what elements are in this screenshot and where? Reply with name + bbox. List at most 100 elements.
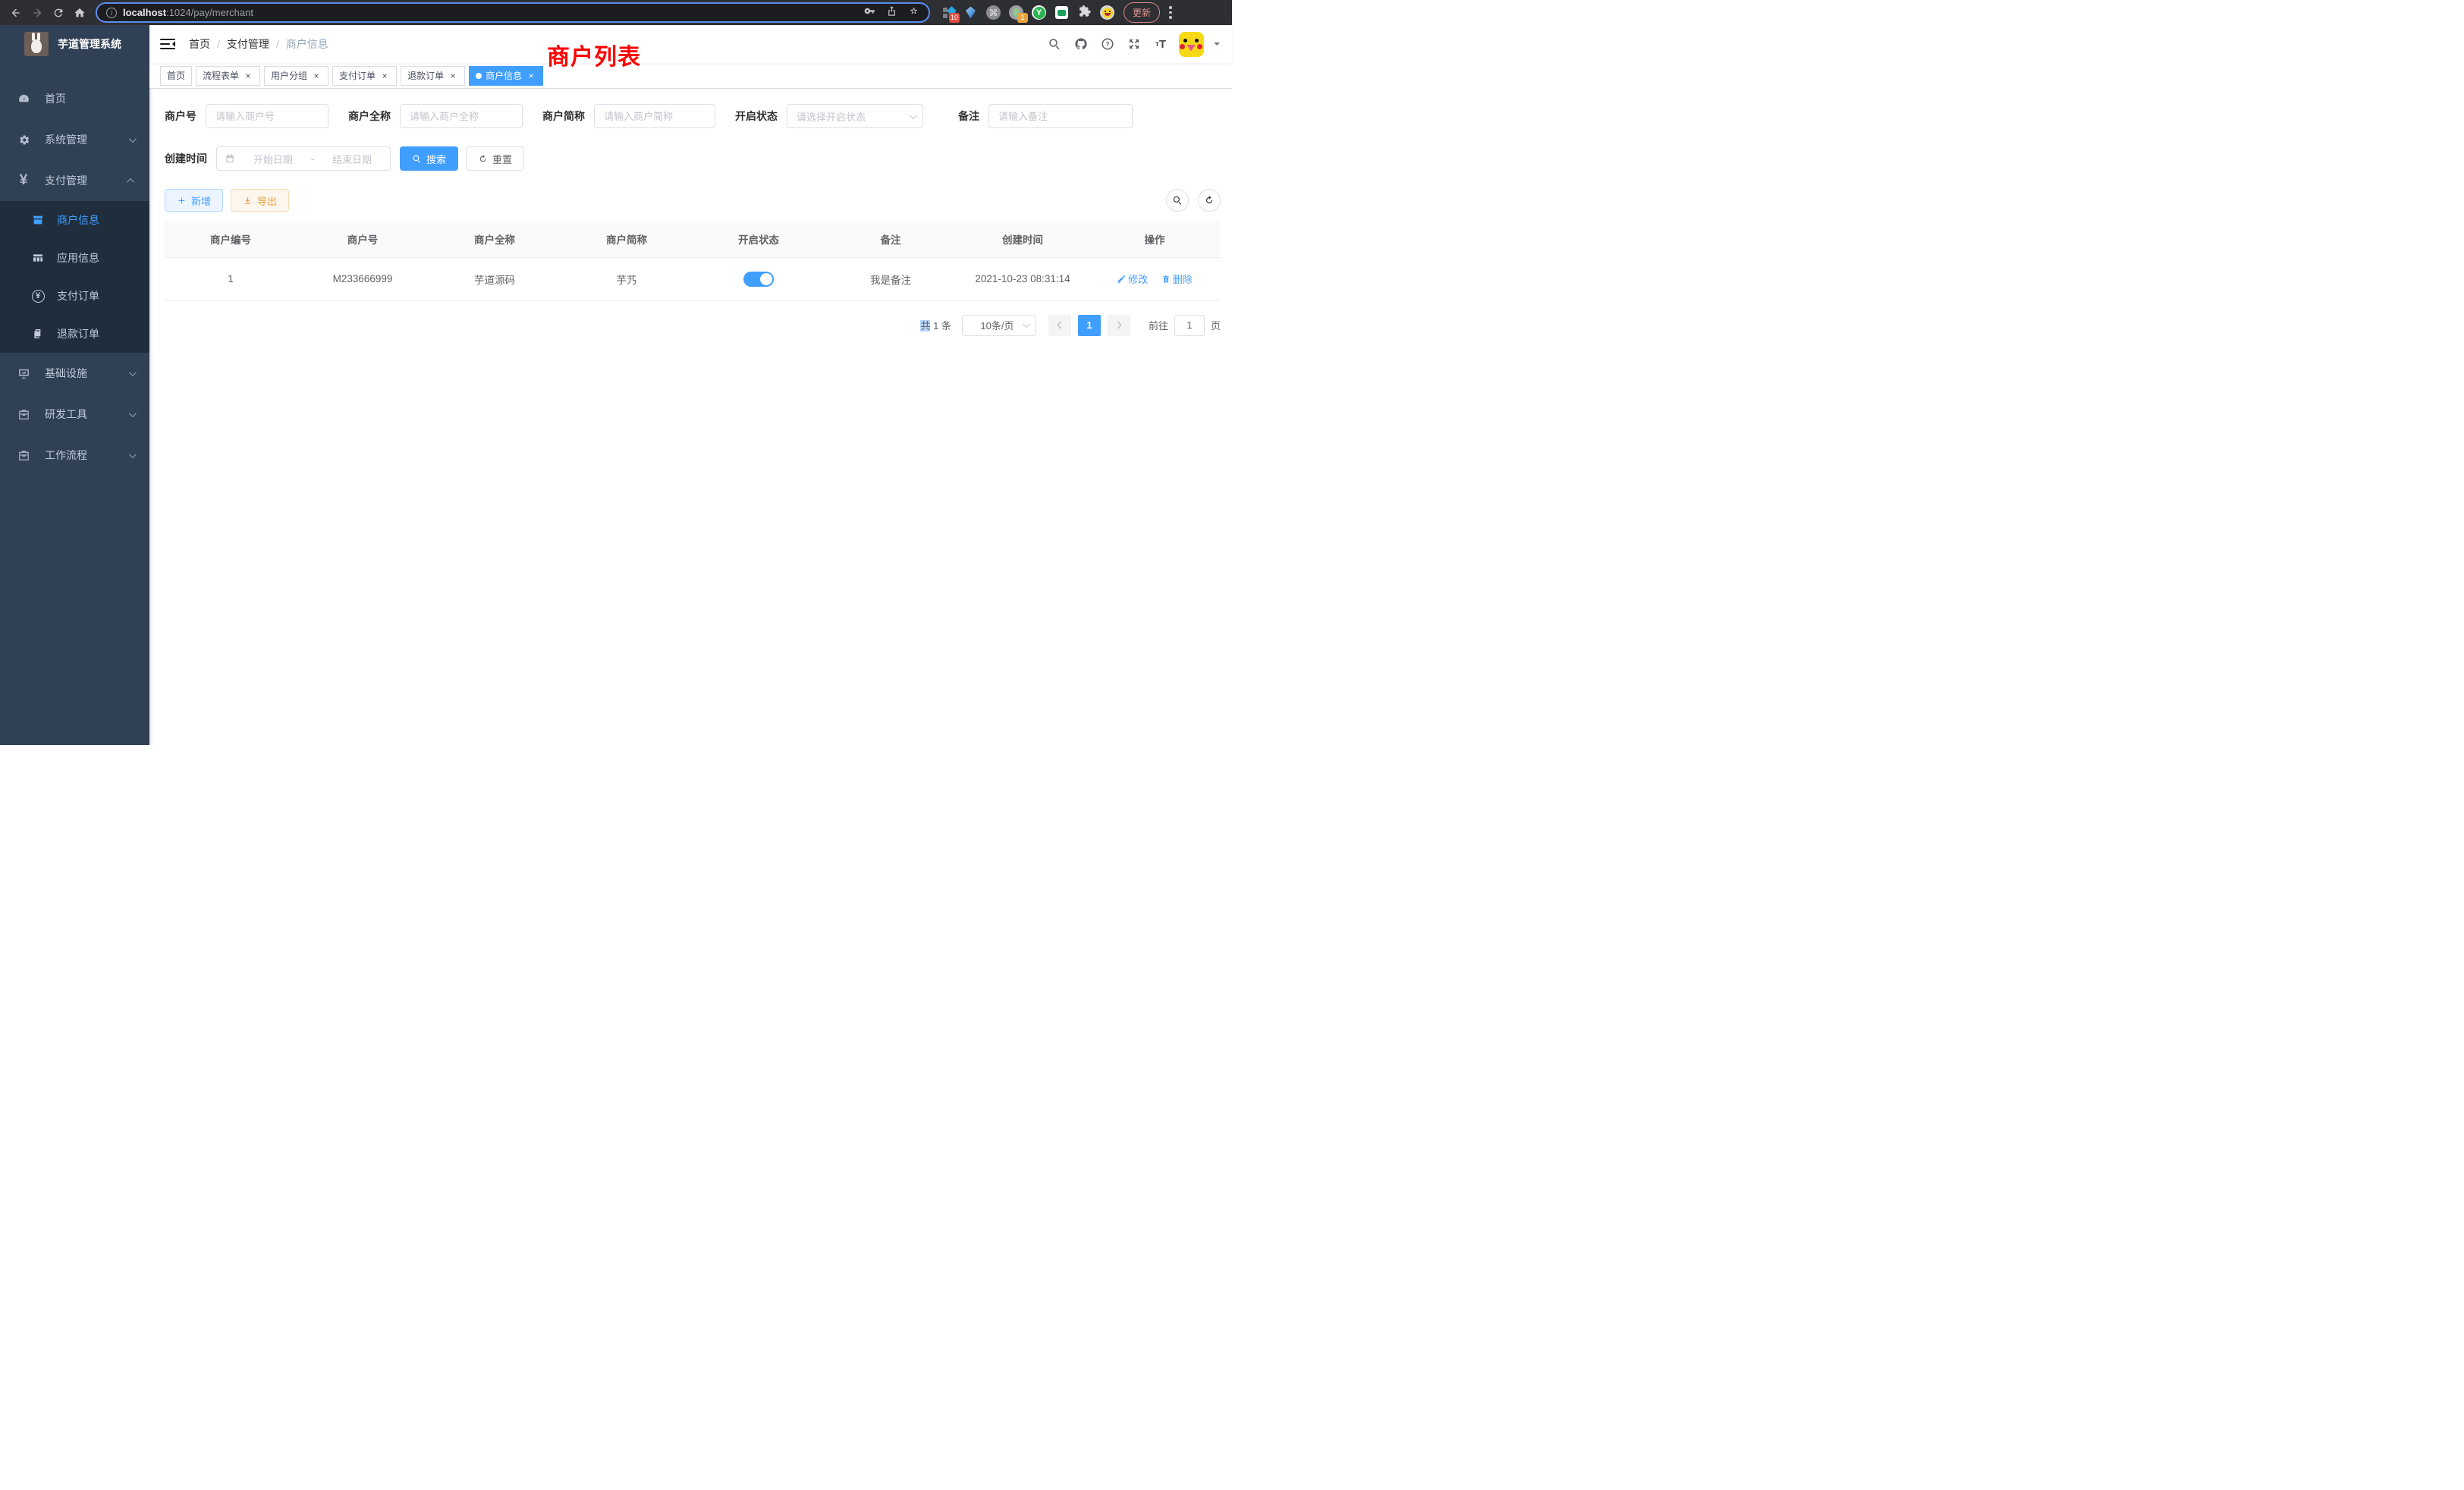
- extension-y-icon[interactable]: Y: [1032, 5, 1046, 20]
- plus-icon: [177, 196, 187, 206]
- document-icon: [30, 328, 46, 340]
- cell-create-time: 2021-10-23 08:31:14: [957, 257, 1089, 300]
- create-time-range-picker[interactable]: 开始日期 - 结束日期: [216, 146, 391, 171]
- chevron-down-icon: [129, 135, 137, 143]
- browser-reload-button[interactable]: [49, 3, 68, 23]
- goto-page-input[interactable]: [1174, 315, 1205, 336]
- logo-rabbit-image: [24, 32, 49, 56]
- refresh-table-button[interactable]: [1198, 189, 1221, 212]
- download-icon: [243, 196, 253, 206]
- browser-menu-icon[interactable]: [1169, 6, 1172, 19]
- sidebar-item-workflow[interactable]: 工作流程: [0, 435, 149, 476]
- chevron-down-icon: [129, 369, 137, 376]
- help-icon[interactable]: ?: [1099, 36, 1116, 52]
- extensions-puzzle-icon[interactable]: [1077, 5, 1092, 20]
- header-search-icon[interactable]: [1046, 36, 1063, 52]
- close-icon[interactable]: ×: [448, 71, 458, 81]
- extension-blocks-icon[interactable]: 10: [941, 5, 955, 20]
- extension-emoji-icon[interactable]: [1100, 5, 1114, 20]
- prev-page-button[interactable]: [1048, 315, 1071, 336]
- table-row: 1 M233666999 芋道源码 芋艿 我是备注 2021-10-23 08:…: [165, 257, 1221, 300]
- sidebar-logo[interactable]: 芋道管理系统: [0, 25, 149, 63]
- password-key-icon[interactable]: [864, 5, 875, 20]
- sidebar-item-home[interactable]: 首页: [0, 78, 149, 119]
- table-header-row: 商户编号 商户号 商户全称 商户简称 开启状态 备注 创建时间 操作: [165, 221, 1221, 257]
- calendar-icon: [225, 153, 235, 164]
- full-name-input[interactable]: [400, 104, 523, 128]
- address-bar[interactable]: i localhost:1024/pay/merchant: [96, 2, 930, 23]
- extension-command-icon[interactable]: ⌘: [986, 5, 1001, 20]
- trash-icon: [1161, 275, 1171, 284]
- fullscreen-icon[interactable]: [1126, 36, 1142, 52]
- extension-diamond-icon[interactable]: [963, 5, 978, 20]
- remark-input[interactable]: [988, 104, 1133, 128]
- reset-button[interactable]: 重置: [466, 146, 524, 171]
- browser-toolbar: i localhost:1024/pay/merchant 10 ⌘ 1: [0, 0, 1232, 25]
- tab-process-form[interactable]: 流程表单 ×: [196, 66, 260, 86]
- active-dot-icon: [476, 73, 482, 79]
- sidebar-collapse-icon[interactable]: [160, 39, 175, 50]
- font-size-icon[interactable]: тT: [1152, 36, 1169, 52]
- export-button[interactable]: 导出: [231, 189, 289, 212]
- status-select[interactable]: 请选择开启状态: [787, 104, 923, 128]
- status-label: 开启状态: [735, 108, 778, 124]
- monitor-icon: [14, 367, 33, 380]
- status-toggle[interactable]: [743, 272, 774, 287]
- sidebar-item-merchant-info[interactable]: 商户信息: [0, 201, 149, 239]
- toggle-search-button[interactable]: [1166, 189, 1189, 212]
- github-icon[interactable]: [1073, 36, 1089, 52]
- date-end-placeholder: 结束日期: [322, 152, 382, 166]
- yen-circle-icon: ¥: [30, 290, 46, 303]
- sidebar-item-app-info[interactable]: 应用信息: [0, 239, 149, 277]
- browser-back-button[interactable]: [6, 3, 26, 23]
- add-button[interactable]: 新增: [165, 189, 223, 212]
- extension-chat-icon[interactable]: [1054, 5, 1069, 20]
- sidebar-item-pay[interactable]: ¥ 支付管理: [0, 160, 149, 201]
- merchant-table: 商户编号 商户号 商户全称 商户简称 开启状态 备注 创建时间 操作 1 M23…: [165, 221, 1221, 301]
- browser-update-button[interactable]: 更新: [1124, 2, 1160, 23]
- grid-icon: [30, 252, 46, 264]
- search-icon: [1172, 195, 1183, 206]
- page-size-select[interactable]: 10条/页: [962, 315, 1036, 336]
- edit-link[interactable]: 修改: [1117, 272, 1148, 286]
- tab-pay-order[interactable]: 支付订单 ×: [332, 66, 397, 86]
- tab-merchant-info[interactable]: 商户信息 ×: [469, 66, 543, 86]
- tab-home[interactable]: 首页: [160, 66, 192, 86]
- close-icon[interactable]: ×: [379, 71, 390, 81]
- search-button[interactable]: 搜索: [400, 146, 458, 171]
- tab-refund-order[interactable]: 退款订单 ×: [401, 66, 465, 86]
- refresh-icon: [478, 154, 488, 164]
- browser-home-button[interactable]: [70, 3, 90, 23]
- breadcrumb-home[interactable]: 首页: [189, 36, 210, 52]
- page-unit-label: 页: [1211, 318, 1221, 332]
- next-page-button[interactable]: [1108, 315, 1130, 336]
- sidebar-item-infra[interactable]: 基础设施: [0, 353, 149, 394]
- close-icon[interactable]: ×: [311, 71, 322, 81]
- site-info-icon[interactable]: i: [106, 8, 117, 18]
- merchant-no-input[interactable]: [206, 104, 328, 128]
- cell-full-name: 芋道源码: [429, 257, 561, 300]
- sidebar-item-pay-order[interactable]: ¥ 支付订单: [0, 277, 149, 315]
- avatar-caret-icon[interactable]: [1214, 42, 1220, 49]
- extensions-cluster: 10 ⌘ 1 Y: [941, 5, 1114, 20]
- share-icon[interactable]: [886, 5, 897, 20]
- chevron-down-icon: [1023, 320, 1030, 328]
- delete-link[interactable]: 删除: [1161, 272, 1193, 286]
- browser-forward-button[interactable]: [27, 3, 47, 23]
- close-icon[interactable]: ×: [243, 71, 253, 81]
- short-name-label: 商户简称: [542, 108, 585, 124]
- sidebar-item-refund-order[interactable]: 退款订单: [0, 315, 149, 353]
- sidebar-item-dev-tools[interactable]: 研发工具: [0, 394, 149, 435]
- close-icon[interactable]: ×: [526, 71, 536, 81]
- avatar[interactable]: [1179, 32, 1204, 57]
- short-name-input[interactable]: [594, 104, 715, 128]
- bookmark-star-icon[interactable]: [908, 5, 919, 20]
- table-toolbar: 新增 导出: [165, 189, 1221, 212]
- briefcase-icon: [14, 449, 33, 462]
- sidebar-item-system[interactable]: 系统管理: [0, 119, 149, 160]
- tab-user-group[interactable]: 用户分组 ×: [264, 66, 328, 86]
- svg-text:?: ?: [1105, 41, 1109, 48]
- current-page-button[interactable]: 1: [1078, 315, 1101, 336]
- toolbox-icon: [14, 408, 33, 421]
- extension-blob-icon[interactable]: 1: [1009, 5, 1023, 20]
